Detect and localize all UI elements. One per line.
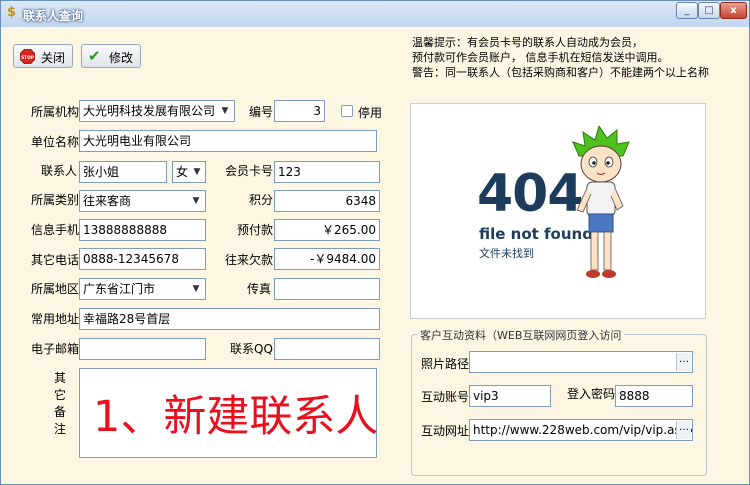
chevron-down-icon: ▼ [192, 284, 200, 294]
minimize-button[interactable]: _ [676, 2, 698, 19]
stop-icon: STOP [20, 49, 35, 64]
password-label: 登入密码 [567, 387, 616, 401]
edit-button-label: 修改 [109, 51, 134, 65]
card-label: 会员卡号 [225, 164, 274, 178]
interaction-group-title: 客户互动资料（WEB互联网网页登入访问 [417, 327, 625, 343]
chevron-down-icon: ▼ [221, 106, 229, 116]
unit-label: 单位名称 [31, 135, 80, 149]
address-field[interactable]: 幸福路28号首层 [79, 308, 380, 330]
code-field[interactable]: 3 [274, 100, 325, 122]
gender-value: 女 [176, 165, 189, 179]
notes-label-char: 备 [53, 405, 66, 419]
email-label: 电子邮箱 [31, 342, 80, 356]
fax-field[interactable] [274, 278, 380, 300]
region-value: 广东省江门市 [83, 282, 156, 296]
region-select[interactable]: 广东省江门市 ▼ [79, 278, 206, 300]
cartoon-character-icon [572, 126, 630, 278]
notice-line-3: 警告：同一联系人（包括采购商和客户）不能建两个以上名称 [412, 66, 709, 79]
maximize-button[interactable]: □ [698, 2, 720, 19]
photo-panel: 404 file not found 文件未找到 [410, 103, 706, 319]
notes-label-char: 它 [53, 388, 66, 402]
category-label: 所属类别 [31, 193, 80, 207]
account-field[interactable]: vip3 [469, 385, 551, 407]
phone-field[interactable]: 0888-12345678 [79, 248, 206, 270]
category-value: 往来客商 [83, 194, 132, 208]
chevron-down-icon: ▼ [192, 196, 200, 206]
notice-text: 温馨提示：有会员卡号的联系人自动成为会员， 预付款可作会员账户， 信息手机在短信… [412, 35, 709, 80]
notes-label-char: 其 [53, 371, 66, 385]
fax-label: 传真 [247, 282, 272, 296]
debt-field[interactable]: -￥9484.00 [274, 248, 380, 270]
close-button[interactable]: STOP 关闭 [13, 44, 73, 68]
title-bar: $ 联系人查询 _ □ x [1, 1, 749, 27]
error-code-text: 404 [477, 164, 584, 224]
contact-label: 联系人 [41, 164, 78, 178]
address-label: 常用地址 [31, 312, 80, 326]
org-label: 所属机构 [31, 105, 80, 119]
browse-button[interactable]: … [676, 353, 691, 371]
url-field[interactable]: http://www.228web.com/vip/vip.aspx?dm … [469, 419, 693, 441]
mobile-label: 信息手机 [31, 223, 80, 237]
account-label: 互动账号 [421, 390, 470, 404]
app-icon: $ [7, 5, 17, 20]
svg-text:STOP: STOP [21, 55, 34, 61]
prepaid-label: 预付款 [237, 223, 274, 237]
contact-field[interactable]: 张小姐 [79, 161, 167, 183]
disabled-checkbox[interactable] [341, 105, 353, 117]
contact-query-window: $ 联系人查询 _ □ x STOP 关闭 ✔ 修改 温馨提示：有会员卡号的联系… [0, 0, 750, 485]
checkmark-icon: ✔ [88, 47, 101, 65]
category-select[interactable]: 往来客商 ▼ [79, 190, 206, 212]
points-label: 积分 [249, 193, 274, 207]
notes-label-char: 注 [53, 422, 66, 436]
chevron-down-icon: ▼ [193, 167, 201, 177]
code-label: 编号 [249, 105, 274, 119]
org-select[interactable]: 大光明科技发展有限公司 ▼ [79, 100, 235, 122]
points-field[interactable]: 6348 [274, 190, 380, 212]
photo-path-field[interactable]: … [469, 351, 693, 373]
disabled-label: 停用 [358, 106, 383, 120]
notice-line-2: 预付款可作会员账户， 信息手机在短信发送中调用。 [412, 51, 669, 64]
notice-line-1: 温馨提示：有会员卡号的联系人自动成为会员， [412, 36, 643, 49]
debt-label: 往来欠款 [225, 253, 274, 267]
close-window-button[interactable]: x [720, 2, 747, 19]
toolbar: STOP 关闭 ✔ 修改 温馨提示：有会员卡号的联系人自动成为会员， 预付款可作… [1, 27, 749, 85]
url-label: 互动网址 [421, 424, 470, 438]
edit-button[interactable]: ✔ 修改 [81, 44, 141, 68]
phone-label: 其它电话 [31, 253, 80, 267]
qq-field[interactable] [274, 338, 380, 360]
gender-select[interactable]: 女 ▼ [172, 161, 206, 183]
qq-label: 联系QQ [230, 342, 273, 356]
mobile-field[interactable]: 13888888888 [79, 219, 206, 241]
notes-text: 1、新建联系人 [93, 392, 379, 442]
error-message-cn-text: 文件未找到 [479, 247, 534, 260]
org-value: 大光明科技发展有限公司 [83, 104, 216, 118]
password-field[interactable]: 8888 [615, 385, 693, 407]
photo-path-label: 照片路径 [421, 357, 470, 371]
window-title: 联系人查询 [23, 9, 84, 23]
open-url-button[interactable]: … [676, 421, 691, 439]
email-field[interactable] [79, 338, 206, 360]
prepaid-field[interactable]: ￥265.00 [274, 219, 380, 241]
unit-field[interactable]: 大光明电业有限公司 [79, 130, 377, 152]
close-button-label: 关闭 [41, 51, 66, 65]
card-field[interactable]: 123 [274, 161, 380, 183]
region-label: 所属地区 [31, 282, 80, 296]
url-value: http://www.228web.com/vip/vip.aspx?dm [473, 423, 692, 437]
